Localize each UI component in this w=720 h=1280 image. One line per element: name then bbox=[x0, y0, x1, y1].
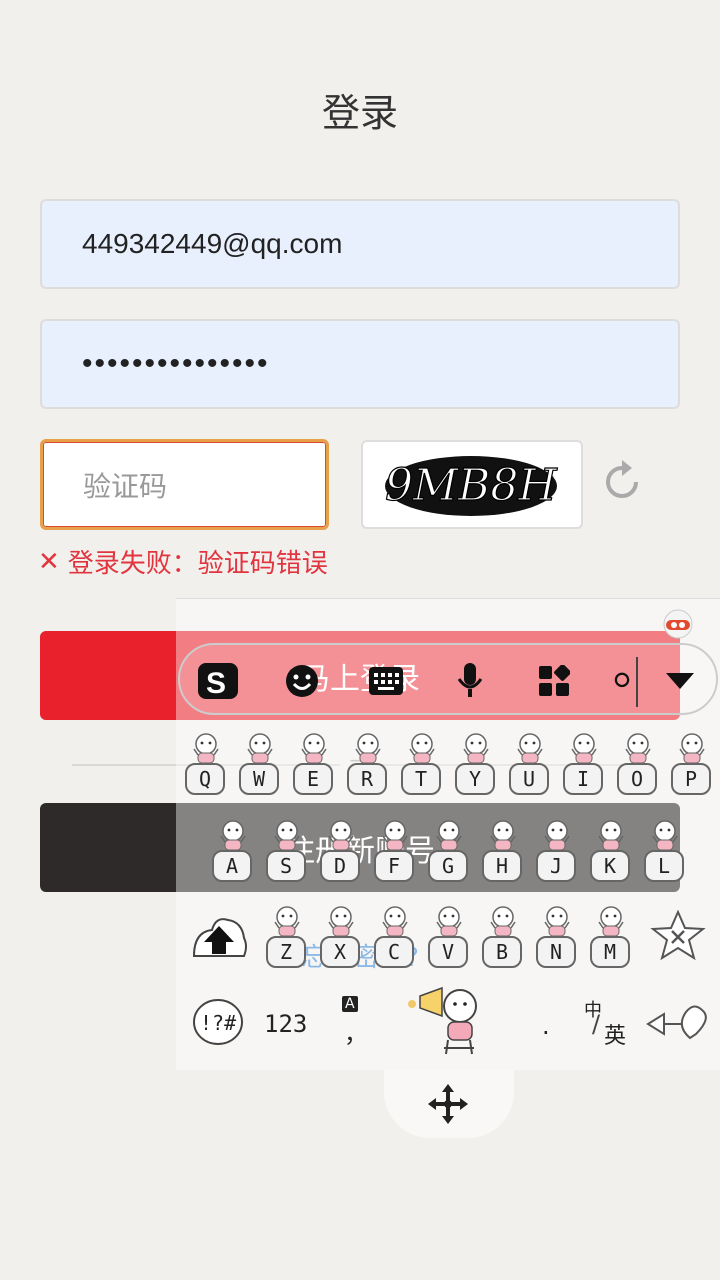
period-key[interactable]: . bbox=[542, 1012, 550, 1040]
space-key[interactable] bbox=[404, 986, 494, 1064]
captcha-text: 9MB8H bbox=[385, 460, 558, 511]
page-title: 登录 bbox=[321, 91, 398, 135]
numbers-key[interactable]: 123 bbox=[264, 1010, 307, 1038]
apps-grid-icon[interactable] bbox=[532, 659, 576, 703]
captcha-input[interactable]: 验证码 bbox=[40, 439, 329, 530]
enter-key[interactable] bbox=[646, 1000, 712, 1050]
key-e[interactable]: E bbox=[293, 763, 333, 795]
key-decoration-icon bbox=[189, 731, 223, 765]
key-z[interactable]: Z bbox=[266, 936, 306, 968]
key-decoration-icon bbox=[351, 731, 385, 765]
key-v[interactable]: V bbox=[428, 936, 468, 968]
password-value: ••••••••••••••• bbox=[82, 347, 270, 380]
refresh-captcha-icon[interactable] bbox=[602, 460, 642, 504]
key-decoration-icon bbox=[648, 818, 682, 852]
captcha-image[interactable]: 9MB8H bbox=[361, 440, 583, 529]
key-decoration-icon bbox=[486, 904, 520, 938]
key-decoration-icon bbox=[594, 818, 628, 852]
key-decoration-icon bbox=[621, 731, 655, 765]
key-y[interactable]: Y bbox=[455, 763, 495, 795]
keyboard-move-handle[interactable] bbox=[384, 1070, 514, 1138]
language-switch-key[interactable]: 中 / 英 bbox=[584, 996, 634, 1049]
key-decoration-icon bbox=[540, 904, 574, 938]
key-decoration-icon bbox=[378, 818, 412, 852]
key-r[interactable]: R bbox=[347, 763, 387, 795]
key-decoration-icon bbox=[513, 731, 547, 765]
key-decoration-icon bbox=[567, 731, 601, 765]
emoji-icon[interactable] bbox=[280, 659, 324, 703]
svg-text:S: S bbox=[206, 667, 226, 700]
key-o[interactable]: O bbox=[617, 763, 657, 795]
key-c[interactable]: C bbox=[374, 936, 414, 968]
key-g[interactable]: G bbox=[428, 850, 468, 882]
captcha-placeholder: 验证码 bbox=[83, 469, 168, 503]
key-decoration-icon bbox=[378, 904, 412, 938]
microphone-icon[interactable] bbox=[448, 659, 492, 703]
error-text: 登录失败：验证码错误 bbox=[67, 549, 328, 579]
key-t[interactable]: T bbox=[401, 763, 441, 795]
error-message: ✕ 登录失败：验证码错误 bbox=[38, 543, 328, 580]
key-decoration-icon bbox=[594, 904, 628, 938]
key-decoration-icon bbox=[324, 818, 358, 852]
svg-text:!?#: !?# bbox=[200, 1011, 236, 1035]
key-q[interactable]: Q bbox=[185, 763, 225, 795]
key-u[interactable]: U bbox=[509, 763, 549, 795]
email-field[interactable]: 449342449@qq.com bbox=[40, 199, 680, 289]
key-x[interactable]: X bbox=[320, 936, 360, 968]
key-f[interactable]: F bbox=[374, 850, 414, 882]
key-decoration-icon bbox=[540, 818, 574, 852]
collapse-icon[interactable] bbox=[658, 659, 702, 703]
key-n[interactable]: N bbox=[536, 936, 576, 968]
email-value: 449342449@qq.com bbox=[82, 228, 343, 259]
mascot-icon[interactable] bbox=[660, 604, 696, 640]
key-decoration-icon bbox=[675, 731, 709, 765]
key-decoration-icon bbox=[486, 818, 520, 852]
key-decoration-icon bbox=[270, 818, 304, 852]
key-d[interactable]: D bbox=[320, 850, 360, 882]
symbols-key[interactable]: !?# bbox=[192, 998, 246, 1054]
search-icon[interactable] bbox=[612, 659, 632, 703]
key-l[interactable]: L bbox=[644, 850, 684, 882]
key-decoration-icon bbox=[216, 818, 250, 852]
error-x-icon: ✕ bbox=[38, 546, 60, 577]
key-j[interactable]: J bbox=[536, 850, 576, 882]
toolbar-divider bbox=[636, 657, 638, 707]
key-decoration-icon bbox=[324, 904, 358, 938]
key-p[interactable]: P bbox=[671, 763, 711, 795]
key-decoration-icon bbox=[243, 731, 277, 765]
key-i[interactable]: I bbox=[563, 763, 603, 795]
keyboard-icon[interactable] bbox=[364, 659, 408, 703]
punct-key-top: A bbox=[342, 996, 358, 1012]
move-icon bbox=[428, 1084, 468, 1124]
sogou-logo-icon[interactable]: S bbox=[196, 659, 240, 703]
key-h[interactable]: H bbox=[482, 850, 522, 882]
key-s[interactable]: S bbox=[266, 850, 306, 882]
key-m[interactable]: M bbox=[590, 936, 630, 968]
key-w[interactable]: W bbox=[239, 763, 279, 795]
shift-key[interactable] bbox=[190, 912, 250, 968]
key-k[interactable]: K bbox=[590, 850, 630, 882]
key-decoration-icon bbox=[270, 904, 304, 938]
keyboard-toolbar: S bbox=[178, 643, 718, 715]
key-decoration-icon bbox=[432, 818, 466, 852]
delete-key[interactable] bbox=[650, 909, 706, 968]
key-decoration-icon bbox=[459, 731, 493, 765]
key-b[interactable]: B bbox=[482, 936, 522, 968]
key-a[interactable]: A bbox=[212, 850, 252, 882]
punct-key[interactable]: ， bbox=[344, 1014, 368, 1049]
key-decoration-icon bbox=[297, 731, 331, 765]
password-field[interactable]: ••••••••••••••• bbox=[40, 319, 680, 409]
key-decoration-icon bbox=[405, 731, 439, 765]
key-decoration-icon bbox=[432, 904, 466, 938]
